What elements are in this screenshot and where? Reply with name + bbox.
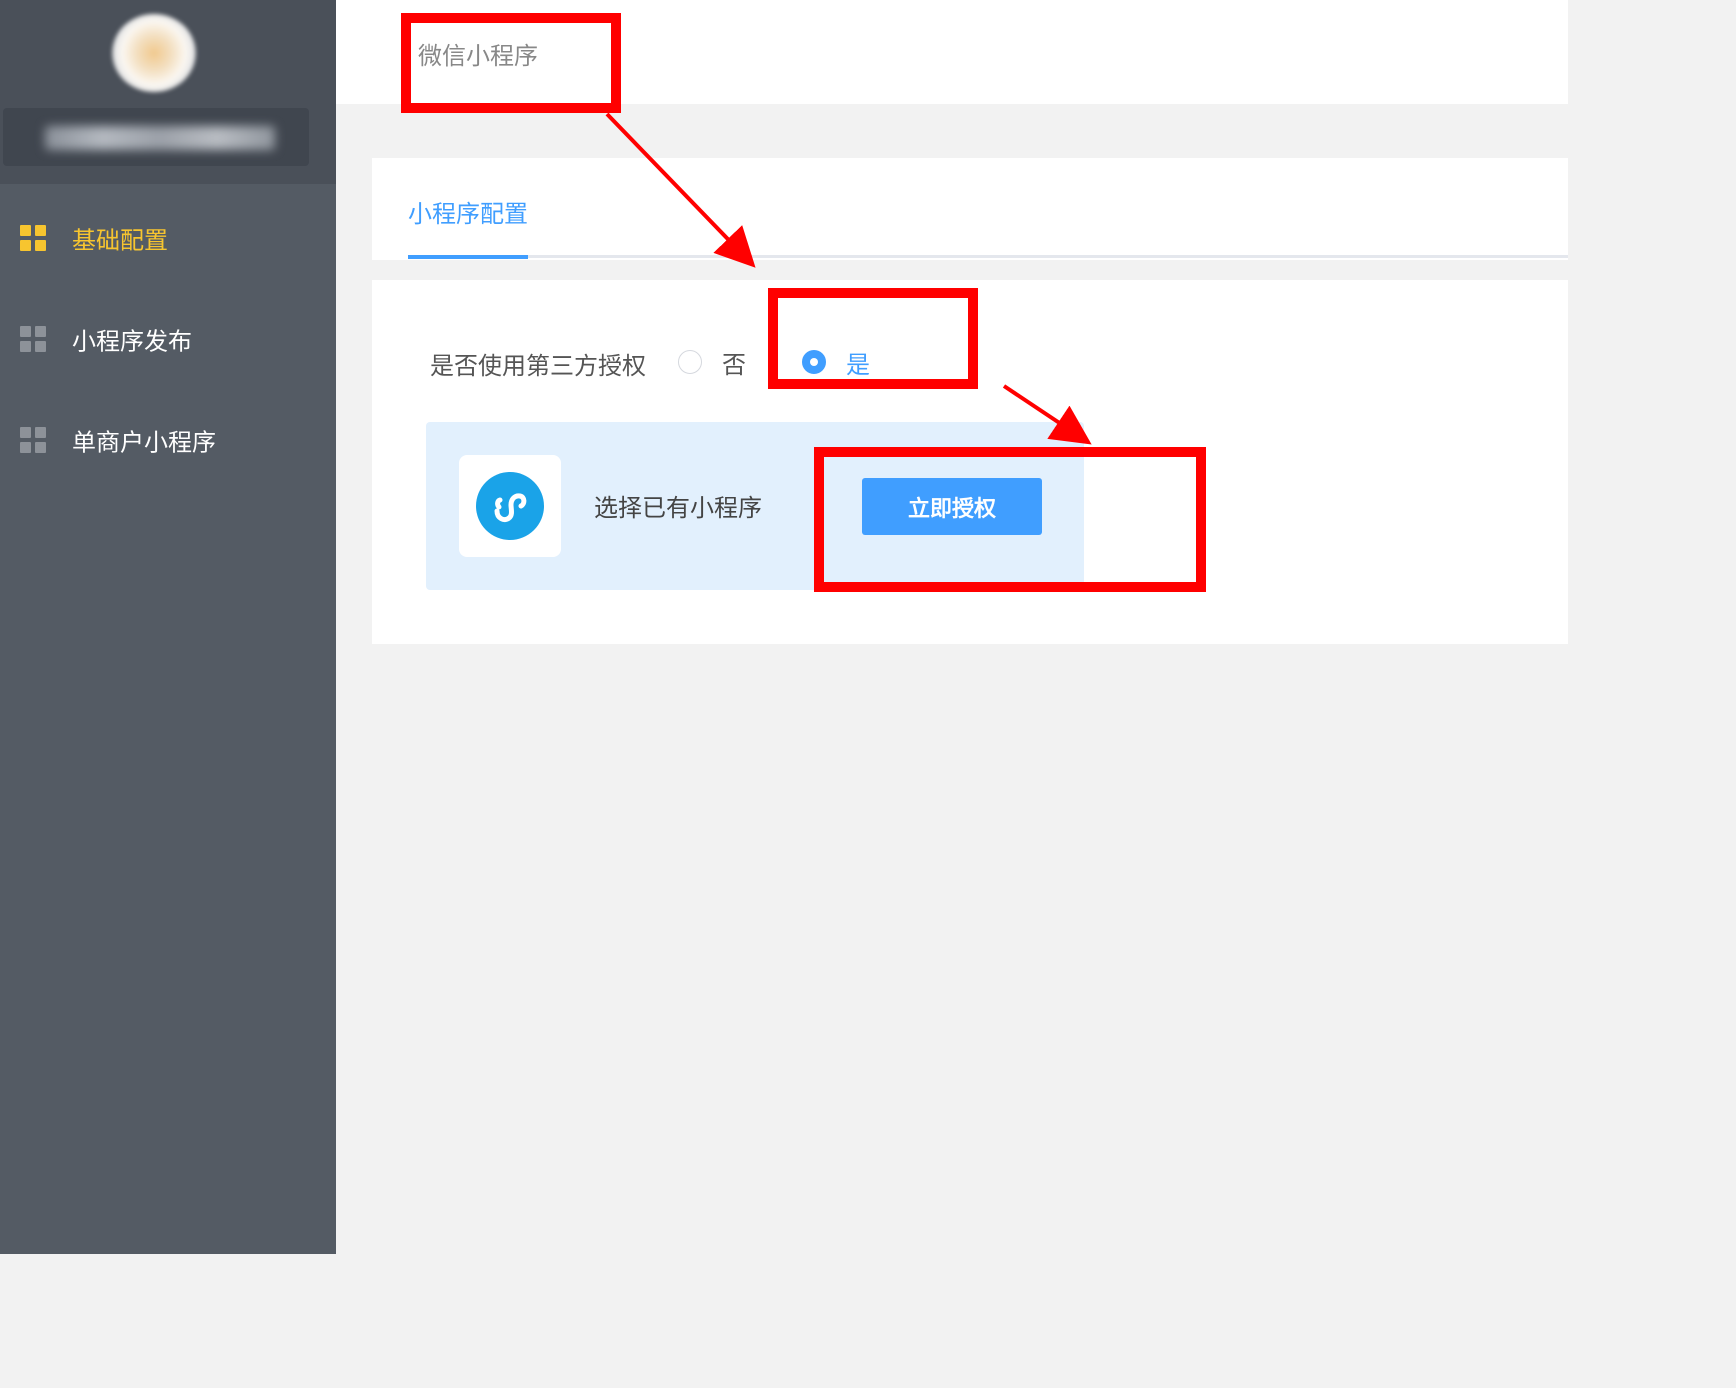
avatar [112, 14, 196, 92]
page-title: 微信小程序 [418, 42, 538, 70]
radio-yes[interactable]: 是 [802, 348, 870, 379]
mini-program-icon [476, 472, 544, 540]
sidebar-item-label: 小程序发布 [72, 327, 192, 356]
radio-circle[interactable] [802, 350, 826, 374]
grid-icon [20, 225, 46, 251]
grid-icon [20, 427, 46, 453]
tab-mini-program-config[interactable]: 小程序配置 [408, 194, 528, 259]
sidebar-profile [0, 0, 336, 184]
select-existing-mini-program-text: 选择已有小程序 [594, 494, 762, 522]
config-card: 是否使用第三方授权 否 是 选择已有小程序 立即授权 [372, 280, 1568, 644]
radio-label: 是 [846, 350, 870, 379]
page-header: 微信小程序 [336, 0, 1568, 104]
radio-circle[interactable] [678, 350, 702, 374]
tabs-bar: 小程序配置 [372, 158, 1568, 260]
authorize-now-button[interactable]: 立即授权 [862, 478, 1042, 535]
sidebar: 基础配置 小程序发布 单商户小程序 [0, 0, 336, 1254]
sidebar-item-label: 单商户小程序 [72, 428, 216, 457]
sidebar-item-label: 基础配置 [72, 226, 168, 255]
third-party-auth-label: 是否使用第三方授权 [430, 352, 646, 380]
sidebar-item-publish[interactable]: 小程序发布 [0, 311, 336, 367]
grid-icon [20, 326, 46, 352]
radio-label: 否 [722, 350, 746, 379]
radio-no[interactable]: 否 [678, 348, 746, 379]
sidebar-item-basic-config[interactable]: 基础配置 [0, 210, 336, 266]
mini-program-icon-tile [459, 455, 561, 557]
shop-name-box [3, 108, 309, 166]
authorize-panel: 选择已有小程序 立即授权 [426, 422, 1084, 590]
tab-divider [408, 255, 1568, 258]
shop-name-redacted [45, 126, 275, 150]
sidebar-item-single-merchant[interactable]: 单商户小程序 [0, 412, 336, 468]
